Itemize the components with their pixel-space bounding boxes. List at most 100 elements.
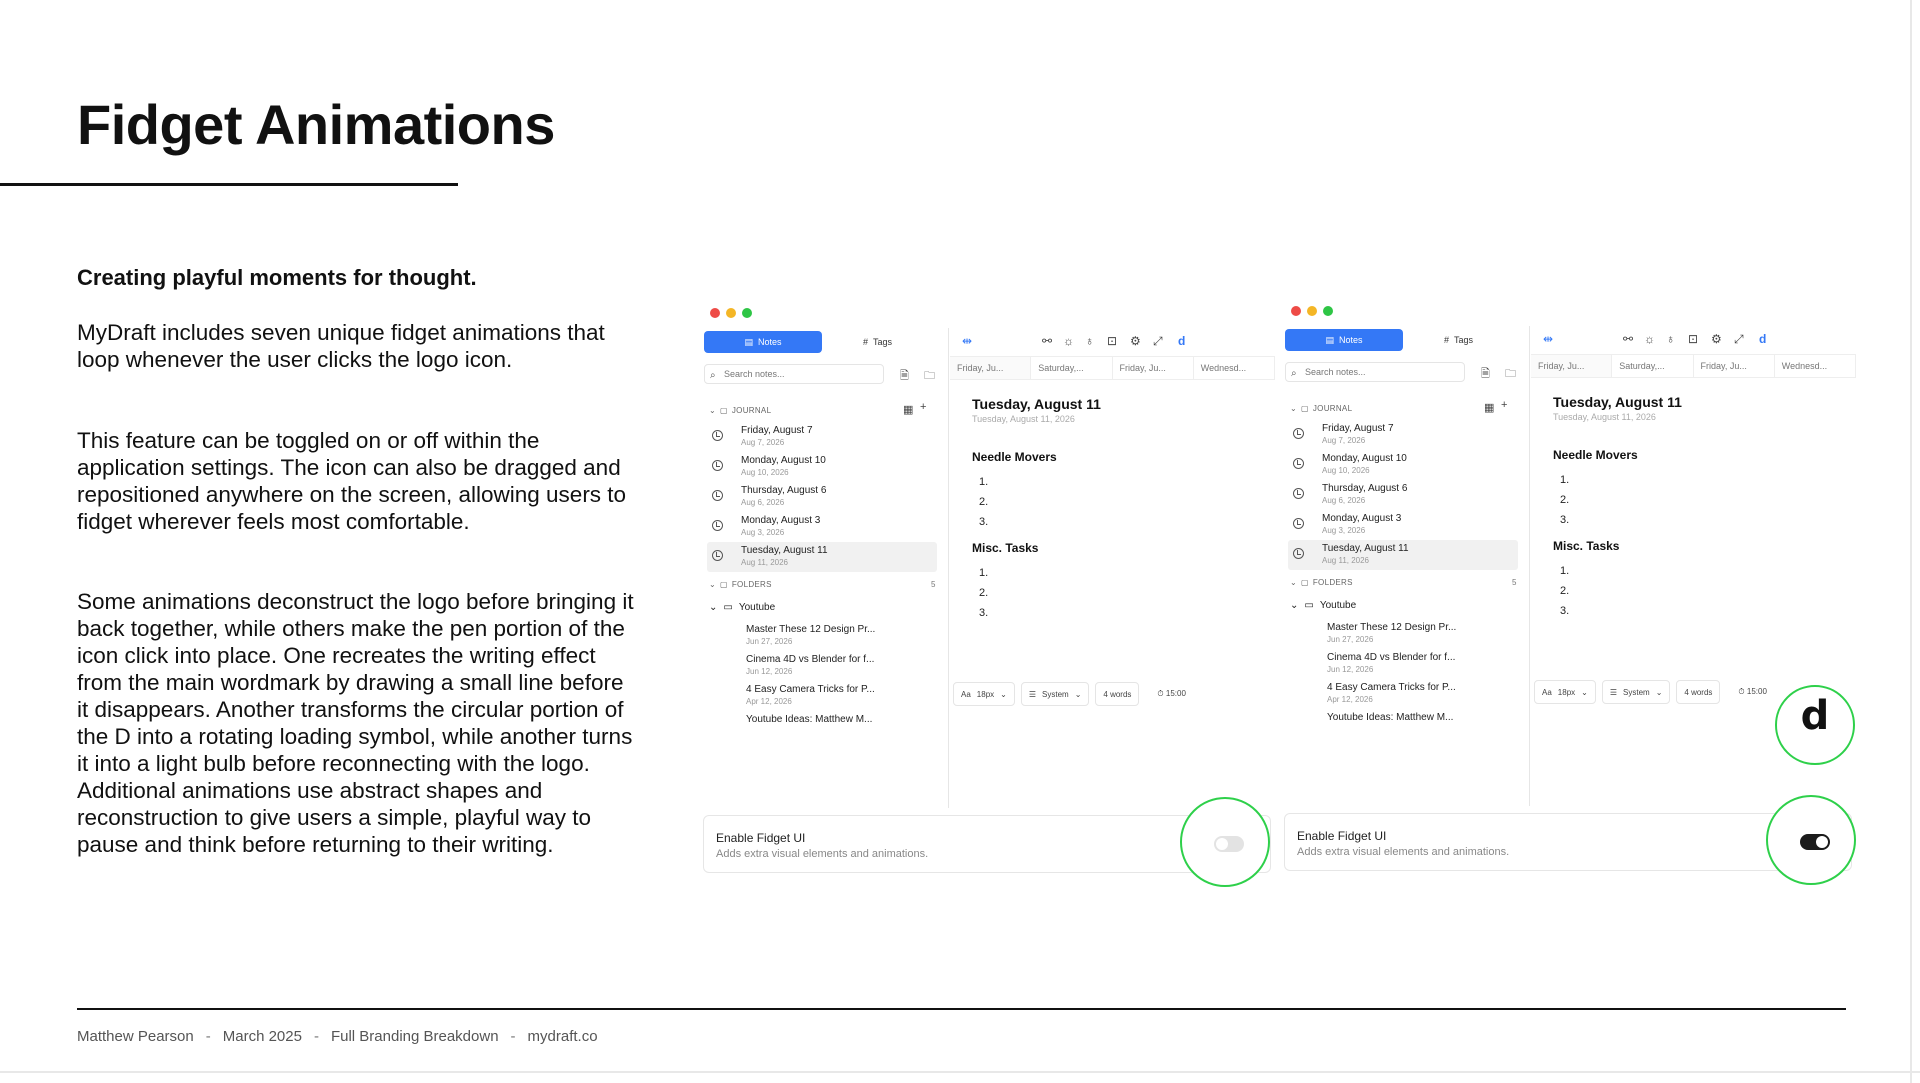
date-tab[interactable]: Friday, Ju... [1113,357,1194,379]
journal-entry[interactable]: Monday, August 10 Aug 10, 2026 [707,452,937,482]
folder-item[interactable]: Master These 12 Design Pr... Jun 27, 2026 [1327,622,1517,644]
journal-entry-active[interactable]: Tuesday, August 11 Aug 11, 2026 [1288,540,1518,570]
journal-entry[interactable]: Monday, August 3 Aug 3, 2026 [1288,510,1518,540]
expand-icon[interactable]: ⤢ [1734,332,1744,347]
timer[interactable]: ⏱ 15:00 [1738,687,1767,697]
notes-tab[interactable]: ▤ Notes [1285,329,1403,351]
font-size-select[interactable]: Aa 18px ⌄ [1534,680,1596,704]
journal-header[interactable]: ⌄ ▢ JOURNAL [1290,404,1352,413]
section-heading[interactable]: Needle Movers [1553,448,1638,462]
collapse-sidebar-icon[interactable]: ⇹ [962,334,972,348]
list-item[interactable]: 3. [1560,605,1569,617]
journal-entry[interactable]: Thursday, August 6 Aug 6, 2026 [707,482,937,512]
date-tab[interactable]: Saturday,... [1612,355,1694,377]
new-folder-icon[interactable]: 🗀 [924,367,935,386]
add-icon[interactable]: + [1501,399,1507,411]
fidget-logo-button[interactable]: d [1775,685,1855,765]
expand-icon[interactable]: ⤢ [1153,334,1163,349]
date-tab[interactable]: Friday, Ju... [1694,355,1775,377]
folder-youtube[interactable]: ⌄ ▭ Youtube [1290,600,1356,611]
list-item[interactable]: 2. [1560,585,1569,597]
date-tab[interactable]: Wednesd... [1194,357,1275,379]
date-tab[interactable]: Friday, Ju... [1531,355,1613,377]
new-folder-icon[interactable]: 🗀 [1505,365,1516,384]
folder-item[interactable]: 4 Easy Camera Tricks for P... Apr 12, 202… [1327,682,1517,704]
tags-tab[interactable]: # Tags [863,331,892,353]
list-item[interactable]: 3. [979,607,988,619]
fidget-toggle[interactable] [1800,834,1830,850]
timer[interactable]: ⏱ 15:00 [1157,689,1186,699]
section-heading[interactable]: Misc. Tasks [1553,539,1619,553]
graph-icon[interactable]: ⚯ [1623,332,1633,346]
list-item[interactable]: 3. [1560,514,1569,526]
graph-icon[interactable]: ⚯ [1042,334,1052,348]
folder-item[interactable]: Youtube Ideas: Matthew M... [1327,712,1517,723]
sun-icon[interactable]: ☼ [1063,334,1074,348]
date-tab[interactable]: Wednesd... [1775,355,1856,377]
list-item[interactable]: 1. [1560,474,1569,486]
gear-icon[interactable]: ⚙ [1711,332,1722,346]
journal-entry[interactable]: Friday, August 7 Aug 7, 2026 [1288,420,1518,450]
logo-icon[interactable]: d [1759,332,1766,346]
list-item[interactable]: 2. [979,496,988,508]
focus-icon[interactable]: ⊡ [1107,334,1117,348]
calendar-icon[interactable]: ▦ [903,403,913,416]
journal-entry[interactable]: Friday, August 7 Aug 7, 2026 [707,422,937,452]
microphone-icon[interactable]: ♁ [1085,334,1094,348]
section-heading[interactable]: Needle Movers [972,450,1057,464]
calendar-icon[interactable]: ▦ [1484,401,1494,414]
tags-tab[interactable]: # Tags [1444,329,1473,351]
microphone-icon[interactable]: ♁ [1666,332,1675,346]
list-item[interactable]: 1. [1560,565,1569,577]
journal-entry[interactable]: Monday, August 10 Aug 10, 2026 [1288,450,1518,480]
logo-icon[interactable]: d [1178,334,1185,348]
notes-tab[interactable]: ▤ Notes [704,331,822,353]
new-note-icon[interactable]: 🗎 [1481,365,1490,384]
focus-icon[interactable]: ⊡ [1688,332,1698,346]
gear-icon[interactable]: ⚙ [1130,334,1141,348]
section-heading[interactable]: Misc. Tasks [972,541,1038,555]
search-input[interactable]: ⌕ Search notes... [704,364,884,384]
sun-icon[interactable]: ☼ [1644,332,1655,346]
folder-item[interactable]: Youtube Ideas: Matthew M... [746,714,936,725]
folder-youtube[interactable]: ⌄ ▭ Youtube [709,602,775,613]
date-tab[interactable]: Friday, Ju... [950,357,1032,379]
collapse-sidebar-icon[interactable]: ⇹ [1543,332,1553,346]
book-icon: ▢ [720,406,728,415]
maximize-window-button[interactable] [742,308,752,318]
folder-item[interactable]: 4 Easy Camera Tricks for P... Apr 12, 202… [746,684,936,706]
folders-header[interactable]: ⌄ ▢ FOLDERS [709,580,772,589]
editor: ⇹ ⚯ ☼ ♁ ⊡ ⚙ ⤢ d Friday, Ju... Saturday,.… [950,328,1275,808]
journal-entry-active[interactable]: Tuesday, August 11 Aug 11, 2026 [707,542,937,572]
theme-select[interactable]: ☰ System ⌄ [1601,680,1671,704]
minimize-window-button[interactable] [726,308,736,318]
doc-title[interactable]: Tuesday, August 11 [972,396,1101,412]
list-item[interactable]: 2. [979,587,988,599]
new-note-icon[interactable]: 🗎 [900,367,909,386]
journal-entry[interactable]: Thursday, August 6 Aug 6, 2026 [1288,480,1518,510]
chevron-down-icon: ⌄ [1581,687,1588,697]
font-size-select[interactable]: Aa 18px ⌄ [953,682,1015,706]
journal-entry[interactable]: Monday, August 3 Aug 3, 2026 [707,512,937,542]
close-window-button[interactable] [1291,306,1301,316]
list-item[interactable]: 2. [1560,494,1569,506]
folders-header[interactable]: ⌄ ▢ FOLDERS [1290,578,1353,587]
footer-site[interactable]: mydraft.co [528,1028,598,1045]
folder-item[interactable]: Master These 12 Design Pr... Jun 27, 2026 [746,624,936,646]
fidget-toggle[interactable] [1214,836,1244,852]
doc-title[interactable]: Tuesday, August 11 [1553,394,1682,410]
search-input[interactable]: ⌕ Search notes... [1285,362,1465,382]
theme-select[interactable]: ☰ System ⌄ [1020,682,1090,706]
maximize-window-button[interactable] [1323,306,1333,316]
list-item[interactable]: 1. [979,567,988,579]
add-icon[interactable]: + [920,401,926,413]
list-item[interactable]: 1. [979,476,988,488]
journal-header[interactable]: ⌄ ▢ JOURNAL [709,406,771,415]
folder-item[interactable]: Cinema 4D vs Blender for f... Jun 12, 202… [1327,652,1517,674]
list-item[interactable]: 3. [979,516,988,528]
date-tab[interactable]: Saturday,... [1031,357,1113,379]
folder-item[interactable]: Cinema 4D vs Blender for f... Jun 12, 202… [746,654,936,676]
hash-icon: # [1444,335,1450,345]
minimize-window-button[interactable] [1307,306,1317,316]
close-window-button[interactable] [710,308,720,318]
